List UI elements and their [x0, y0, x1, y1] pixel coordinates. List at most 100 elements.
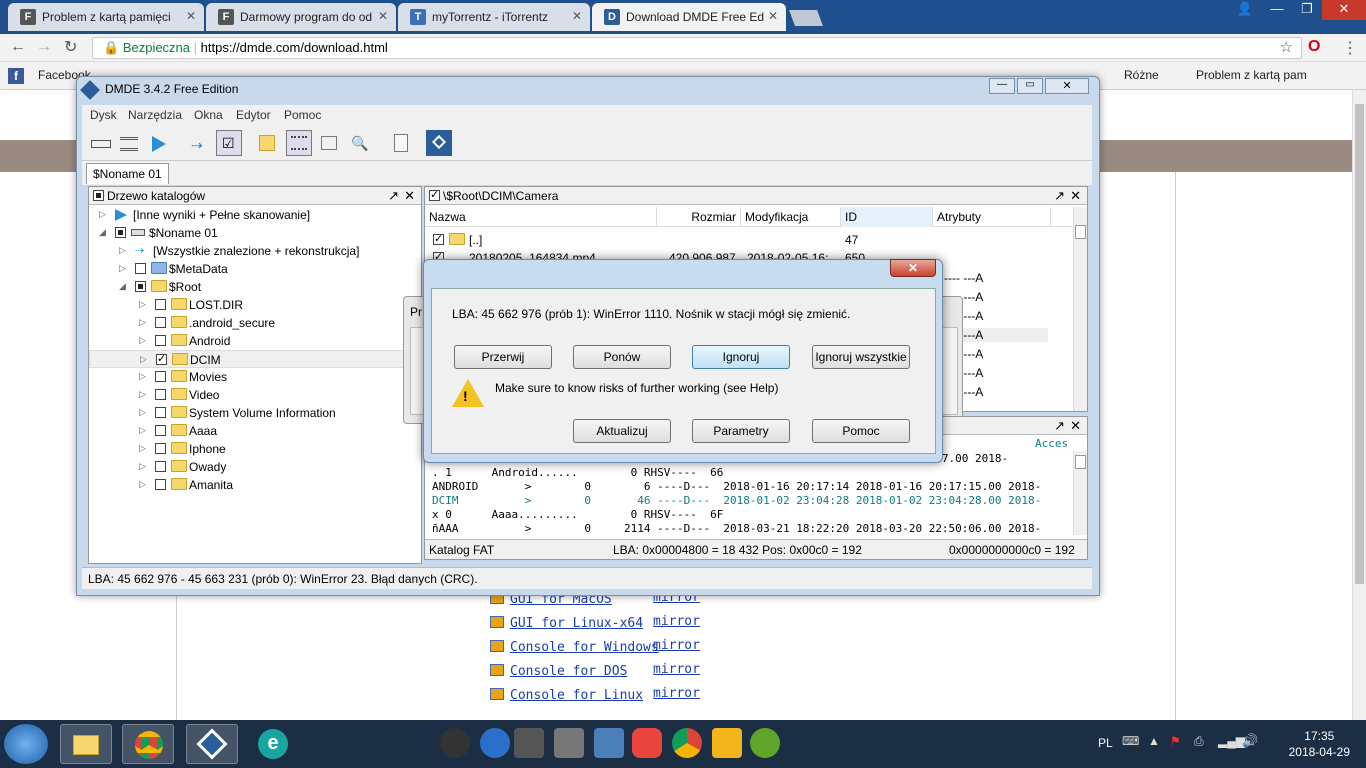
tree-item[interactable]: ▷ Video — [89, 386, 421, 404]
triangle-app-icon[interactable] — [712, 728, 742, 758]
tree-view-icon[interactable] — [254, 130, 280, 156]
eset-taskbar-button[interactable]: e — [248, 724, 300, 764]
close-icon[interactable]: ✕ — [1045, 78, 1089, 94]
table-row[interactable]: 20180205_164834.mp4 420 906 987 2018-02-… — [425, 249, 1065, 259]
tree-checkbox[interactable] — [155, 389, 166, 400]
expand-arrow-icon[interactable]: ▷ — [139, 443, 146, 454]
row-checkbox[interactable] — [433, 250, 444, 259]
tree-item[interactable]: ▷ Android — [89, 332, 421, 350]
ignore-button[interactable]: Ignoruj — [692, 345, 790, 369]
menu-item[interactable]: Okna — [194, 108, 223, 122]
tree-checkbox[interactable] — [135, 281, 146, 292]
tree-checkbox[interactable] — [155, 335, 166, 346]
chrome-taskbar-button[interactable] — [122, 724, 174, 764]
column-size[interactable]: Rozmiar — [657, 207, 741, 227]
hex-view-icon[interactable] — [388, 130, 414, 156]
expand-arrow-icon[interactable]: ▷ — [140, 354, 147, 365]
tree-item[interactable]: ▷ .android_secure — [89, 314, 421, 332]
tree-item[interactable]: ◢ $Root — [89, 278, 421, 296]
browser-tab[interactable]: F Problem z kartą pamięci ✕ — [8, 3, 204, 31]
expand-arrow-icon[interactable]: ▷ — [139, 407, 146, 418]
hex-line[interactable]: . 1 Android...... 0 RHSV---- 66 — [432, 466, 1072, 479]
tree-item[interactable]: ◢ $Noname 01 — [89, 224, 421, 242]
tree-item[interactable]: ▷ Movies — [89, 368, 421, 386]
utorrent-icon[interactable] — [750, 728, 780, 758]
tab-noname[interactable]: $Noname 01 — [86, 163, 169, 184]
table-row[interactable]: [..] 47 — [425, 231, 1065, 249]
chrome-icon[interactable] — [672, 728, 702, 758]
hex-line[interactable]: x 0 Aaaa......... 0 RHSV---- 6F — [432, 508, 1072, 521]
expand-arrow-icon[interactable]: ▷ — [139, 479, 146, 490]
checklist-icon[interactable]: ☑ — [216, 130, 242, 156]
row-checkbox[interactable] — [433, 232, 444, 245]
forward-icon[interactable]: → — [36, 38, 52, 56]
column-name[interactable]: Nazwa — [425, 207, 657, 227]
dmde-taskbar-button[interactable] — [186, 724, 238, 764]
planet-icon[interactable] — [440, 728, 470, 758]
hex-scrollbar[interactable] — [1073, 451, 1087, 535]
star-icon[interactable]: ☆ — [1280, 38, 1293, 58]
play-icon[interactable] — [144, 130, 170, 156]
menu-item[interactable]: Dysk — [90, 108, 117, 122]
opera-icon[interactable]: O — [1308, 38, 1320, 56]
close-icon[interactable]: ✕ — [186, 9, 196, 23]
signal-icon[interactable]: ▂▄▆ — [1218, 734, 1245, 748]
tree-item[interactable]: ▷ Owady — [89, 458, 421, 476]
tree-item[interactable]: ▷ Iphone — [89, 440, 421, 458]
close-icon[interactable]: ✕ — [378, 9, 388, 23]
minimize-icon[interactable]: — — [989, 78, 1015, 94]
disk-icon[interactable] — [88, 130, 114, 156]
scroll-thumb[interactable] — [1075, 225, 1086, 239]
pane-checkbox[interactable] — [93, 190, 104, 201]
globe-icon[interactable] — [480, 728, 510, 758]
scroll-thumb[interactable] — [1355, 104, 1364, 584]
menu-item[interactable]: Narzędzia — [128, 108, 182, 122]
explorer-taskbar-button[interactable] — [60, 724, 112, 764]
expand-arrow-icon[interactable]: ▷ — [139, 335, 146, 346]
step-icon[interactable]: ⇢ — [186, 130, 212, 156]
tree-checkbox[interactable] — [155, 299, 166, 310]
menu-item[interactable]: Pomoc — [284, 108, 321, 122]
column-id[interactable]: ID — [841, 207, 933, 227]
expand-icon[interactable]: ↗ — [1054, 418, 1065, 434]
menu-icon[interactable]: ⋮ — [1342, 38, 1358, 58]
ignore-all-button[interactable]: Ignoruj wszystkie — [812, 345, 910, 369]
minimize-icon[interactable]: — — [1262, 0, 1292, 20]
tree-item[interactable]: ▷ LOST.DIR — [89, 296, 421, 314]
tree-item[interactable]: ▷ $MetaData — [89, 260, 421, 278]
dmde-home-icon[interactable] — [426, 130, 452, 156]
browser-tab[interactable]: T myTorrentz - iTorrentz ✕ — [398, 3, 590, 31]
download-link[interactable]: Console for Linux — [510, 688, 643, 703]
mirror-link[interactable]: mirror — [653, 614, 700, 629]
tree-item[interactable]: ▷ ⇢ [Wszystkie znalezione + rekonstrukcja] — [89, 242, 421, 260]
expand-arrow-icon[interactable]: ▷ — [139, 425, 146, 436]
hex-line[interactable]: DCIM > 0 46 ----D--- 2018-01-02 23:04:28… — [432, 494, 1072, 507]
browser-tab[interactable]: F Darmowy program do od ✕ — [206, 3, 396, 31]
reload-icon[interactable]: ↻ — [64, 37, 77, 57]
mirror-link[interactable]: mirror — [653, 662, 700, 677]
chevron-up-icon[interactable]: ▲ — [1148, 734, 1160, 748]
tree-checkbox[interactable] — [155, 425, 166, 436]
download-link[interactable]: Console for Windows — [510, 640, 659, 655]
language-indicator[interactable]: PL — [1098, 736, 1113, 750]
menu-item[interactable]: Edytor — [236, 108, 271, 122]
tree-item[interactable]: ▷ DCIM — [89, 350, 421, 368]
close-icon[interactable]: ✕ — [404, 188, 415, 204]
expand-arrow-icon[interactable]: ▷ — [139, 317, 146, 328]
file-list-scrollbar[interactable] — [1073, 207, 1087, 411]
close-icon[interactable]: ✕ — [1070, 188, 1081, 204]
expand-arrow-icon[interactable]: ▷ — [119, 263, 126, 274]
close-window-icon[interactable]: ✕ — [1322, 0, 1366, 20]
volume-icon[interactable]: 🔊 — [1242, 733, 1258, 749]
expand-arrow-icon[interactable]: ▷ — [139, 299, 146, 310]
pane-checkbox[interactable] — [429, 188, 440, 201]
speaker-icon[interactable] — [554, 728, 584, 758]
partitions-icon[interactable] — [116, 130, 142, 156]
download-link[interactable]: GUI for Linux-x64 — [510, 616, 643, 631]
tree-checkbox[interactable] — [155, 461, 166, 472]
expand-arrow-icon[interactable]: ◢ — [99, 227, 106, 238]
expand-arrow-icon[interactable]: ◢ — [119, 281, 126, 292]
maximize-icon[interactable]: ▭ — [1017, 78, 1043, 94]
tree-checkbox[interactable] — [155, 479, 166, 490]
hex-line[interactable]: ñAAA > 0 2114 ----D--- 2018-03-21 18:22:… — [432, 522, 1072, 535]
